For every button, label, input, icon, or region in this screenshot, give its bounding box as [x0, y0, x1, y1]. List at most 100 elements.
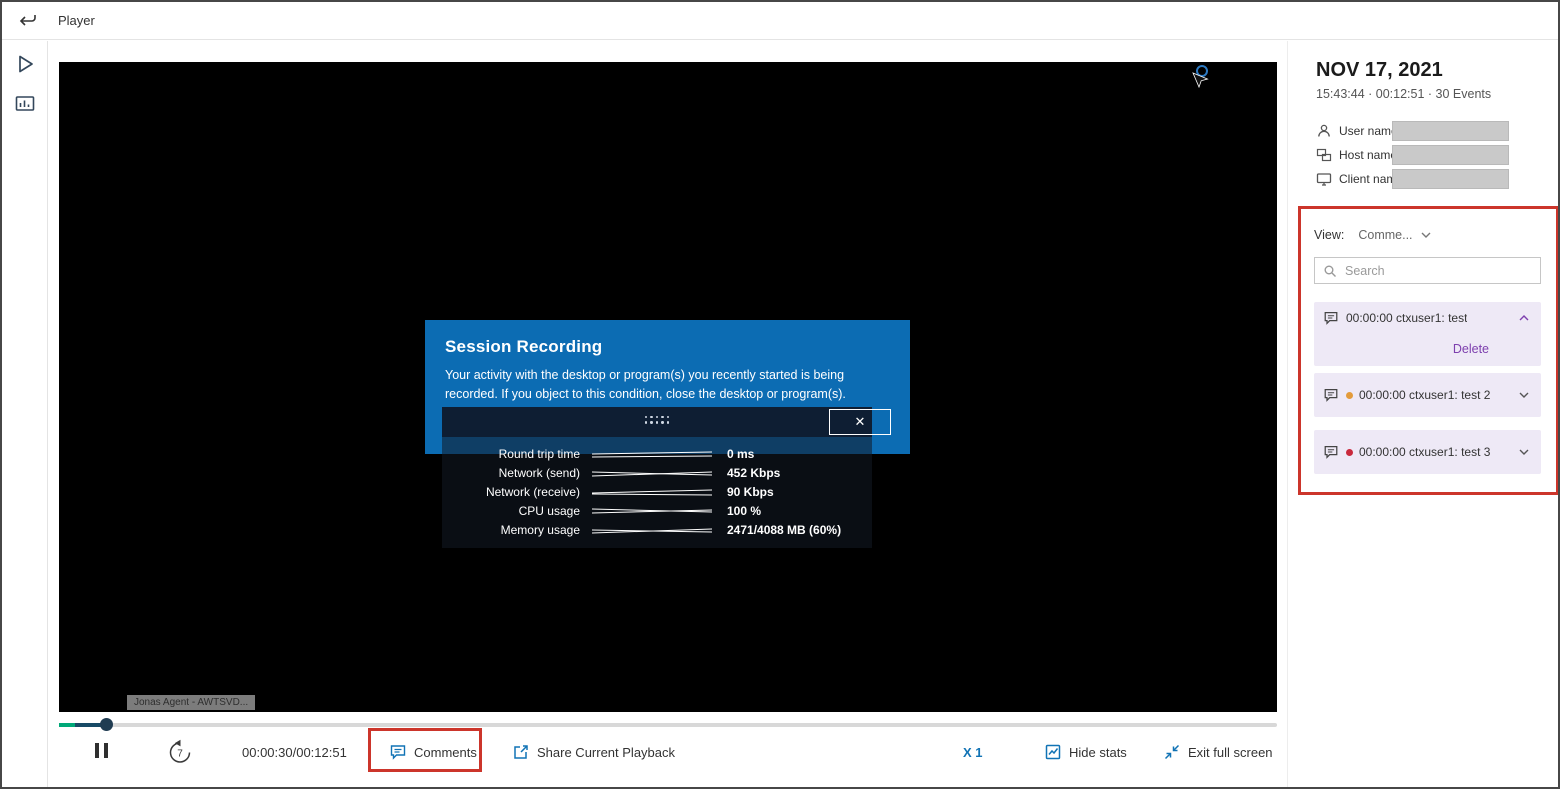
stat-label: Network (send)	[442, 466, 592, 480]
time-display: 00:00:30/00:12:51	[242, 732, 347, 772]
host-name-row: Host name:	[1316, 144, 1400, 166]
share-icon	[512, 743, 530, 761]
stat-row: Network (receive) 90 Kbps	[442, 482, 872, 501]
pause-button[interactable]	[92, 732, 110, 772]
session-recording-player-window: Player Session Recording Your activity w…	[0, 0, 1560, 789]
comment-marker-dot	[1346, 392, 1353, 399]
stat-value: 2471/4088 MB (60%)	[727, 523, 841, 537]
stats-close-button[interactable]: ✕	[829, 409, 891, 435]
comment-bubble-icon	[1323, 387, 1339, 403]
stat-label: CPU usage	[442, 504, 592, 518]
stat-label: Network (receive)	[442, 485, 592, 499]
stats-rows: Round trip time 0 ms Network (send) 452 …	[442, 437, 872, 548]
view-label: View:	[1314, 228, 1344, 242]
sparkline	[592, 485, 712, 499]
view-dropdown-value: Comme...	[1358, 228, 1412, 242]
recording-meta: 15:43:44 · 00:12:51 · 30 Events	[1316, 87, 1491, 101]
comment-bubble-icon	[1323, 444, 1339, 460]
client-name-row: Client name	[1316, 168, 1403, 190]
stat-row: Network (send) 452 Kbps	[442, 463, 872, 482]
dialog-title: Session Recording	[445, 337, 890, 357]
hide-stats-label: Hide stats	[1069, 745, 1127, 760]
rail-play-button[interactable]	[12, 51, 38, 77]
video-canvas[interactable]: Session Recording Your activity with the…	[59, 62, 1277, 712]
client-icon	[1316, 171, 1332, 187]
replay-seconds: 7	[177, 749, 183, 760]
stat-value: 90 Kbps	[727, 485, 774, 499]
close-icon: ✕	[855, 414, 866, 430]
seek-knob[interactable]	[100, 718, 113, 731]
search-icon	[1323, 264, 1337, 278]
comments-button[interactable]: Comments	[389, 732, 477, 772]
playback-speed-button[interactable]: X 1	[963, 732, 983, 772]
cursor-icon	[1189, 62, 1215, 94]
stat-row: Memory usage 2471/4088 MB (60%)	[442, 520, 872, 539]
delete-comment-link[interactable]: Delete	[1453, 342, 1489, 356]
stat-label: Round trip time	[442, 447, 592, 461]
chevron-down-icon[interactable]	[1519, 392, 1529, 398]
hide-stats-icon	[1044, 743, 1062, 761]
chevron-down-icon	[1421, 232, 1431, 238]
share-button-label: Share Current Playback	[537, 745, 675, 760]
exit-full-screen-button[interactable]: Exit full screen	[1163, 732, 1273, 772]
comment-marker-dot	[1346, 449, 1353, 456]
play-icon	[13, 52, 37, 76]
agent-name-badge: Jonas Agent - AWTSVD...	[127, 695, 255, 710]
sparkline	[592, 447, 712, 461]
stat-value: 100 %	[727, 504, 761, 518]
chevron-up-icon[interactable]	[1519, 315, 1529, 321]
comment-search[interactable]	[1314, 257, 1541, 284]
host-name-value-redacted	[1392, 145, 1509, 165]
comment-item[interactable]: 00:00:00 ctxuser1: test Delete	[1314, 302, 1541, 366]
comment-text: 00:00:00 ctxuser1: test 3	[1359, 445, 1490, 459]
share-current-playback-button[interactable]: Share Current Playback	[512, 732, 675, 772]
topbar: Player	[2, 2, 1558, 40]
sparkline	[592, 466, 712, 480]
recording-date: NOV 17, 2021	[1316, 59, 1443, 82]
back-button[interactable]	[16, 10, 40, 32]
comment-item[interactable]: 00:00:00 ctxuser1: test 3	[1314, 430, 1541, 474]
recorded-cursor	[1189, 62, 1215, 99]
stat-row: Round trip time 0 ms	[442, 444, 872, 463]
user-name-value-redacted	[1392, 121, 1509, 141]
comment-text: 00:00:00 ctxuser1: test 2	[1359, 388, 1490, 402]
seek-bar[interactable]	[59, 718, 1277, 732]
details-panel: NOV 17, 2021 15:43:44 · 00:12:51 · 30 Ev…	[1287, 41, 1558, 787]
view-selector-row: View: Comme...	[1314, 226, 1431, 244]
stats-overlay-header: ✕	[442, 407, 872, 437]
client-name-value-redacted	[1392, 169, 1509, 189]
stats-overlay-panel: ✕ Round trip time 0 ms Network (send) 45…	[442, 407, 872, 548]
comments-button-label: Comments	[414, 745, 477, 760]
dialog-body: Your activity with the desktop or progra…	[445, 366, 890, 404]
left-rail	[2, 41, 48, 787]
back-icon	[17, 11, 39, 31]
chevron-down-icon[interactable]	[1519, 449, 1529, 455]
comment-bubble-icon	[1323, 310, 1339, 326]
comment-item[interactable]: 00:00:00 ctxuser1: test 2	[1314, 373, 1541, 417]
sparkline	[592, 523, 712, 537]
pause-icon	[92, 743, 110, 761]
stat-row: CPU usage 100 %	[442, 501, 872, 520]
sparkline	[592, 504, 712, 518]
rail-stats-button[interactable]	[12, 91, 38, 117]
exit-fullscreen-icon	[1163, 743, 1181, 761]
stat-label: Memory usage	[442, 523, 592, 537]
comment-text: 00:00:00 ctxuser1: test	[1346, 311, 1467, 325]
bar-chart-icon	[13, 92, 37, 116]
drag-handle-icon[interactable]	[645, 416, 669, 424]
playback-controls: 7 00:00:30/00:12:51 Comments Share Curre…	[59, 732, 1277, 772]
page-title: Player	[58, 13, 95, 28]
replay-7-button[interactable]: 7	[167, 732, 193, 772]
host-icon	[1316, 147, 1332, 163]
seek-track[interactable]	[59, 723, 1277, 727]
user-name-row: User name:	[1316, 120, 1401, 142]
replay-icon: 7	[167, 739, 193, 765]
exit-fullscreen-label: Exit full screen	[1188, 745, 1273, 760]
stat-value: 0 ms	[727, 447, 754, 461]
view-dropdown[interactable]: Comme...	[1358, 228, 1430, 242]
hide-stats-button[interactable]: Hide stats	[1044, 732, 1127, 772]
comment-bubble-icon	[389, 743, 407, 761]
search-input[interactable]	[1343, 263, 1540, 279]
event-marker	[59, 723, 75, 727]
user-icon	[1316, 123, 1332, 139]
